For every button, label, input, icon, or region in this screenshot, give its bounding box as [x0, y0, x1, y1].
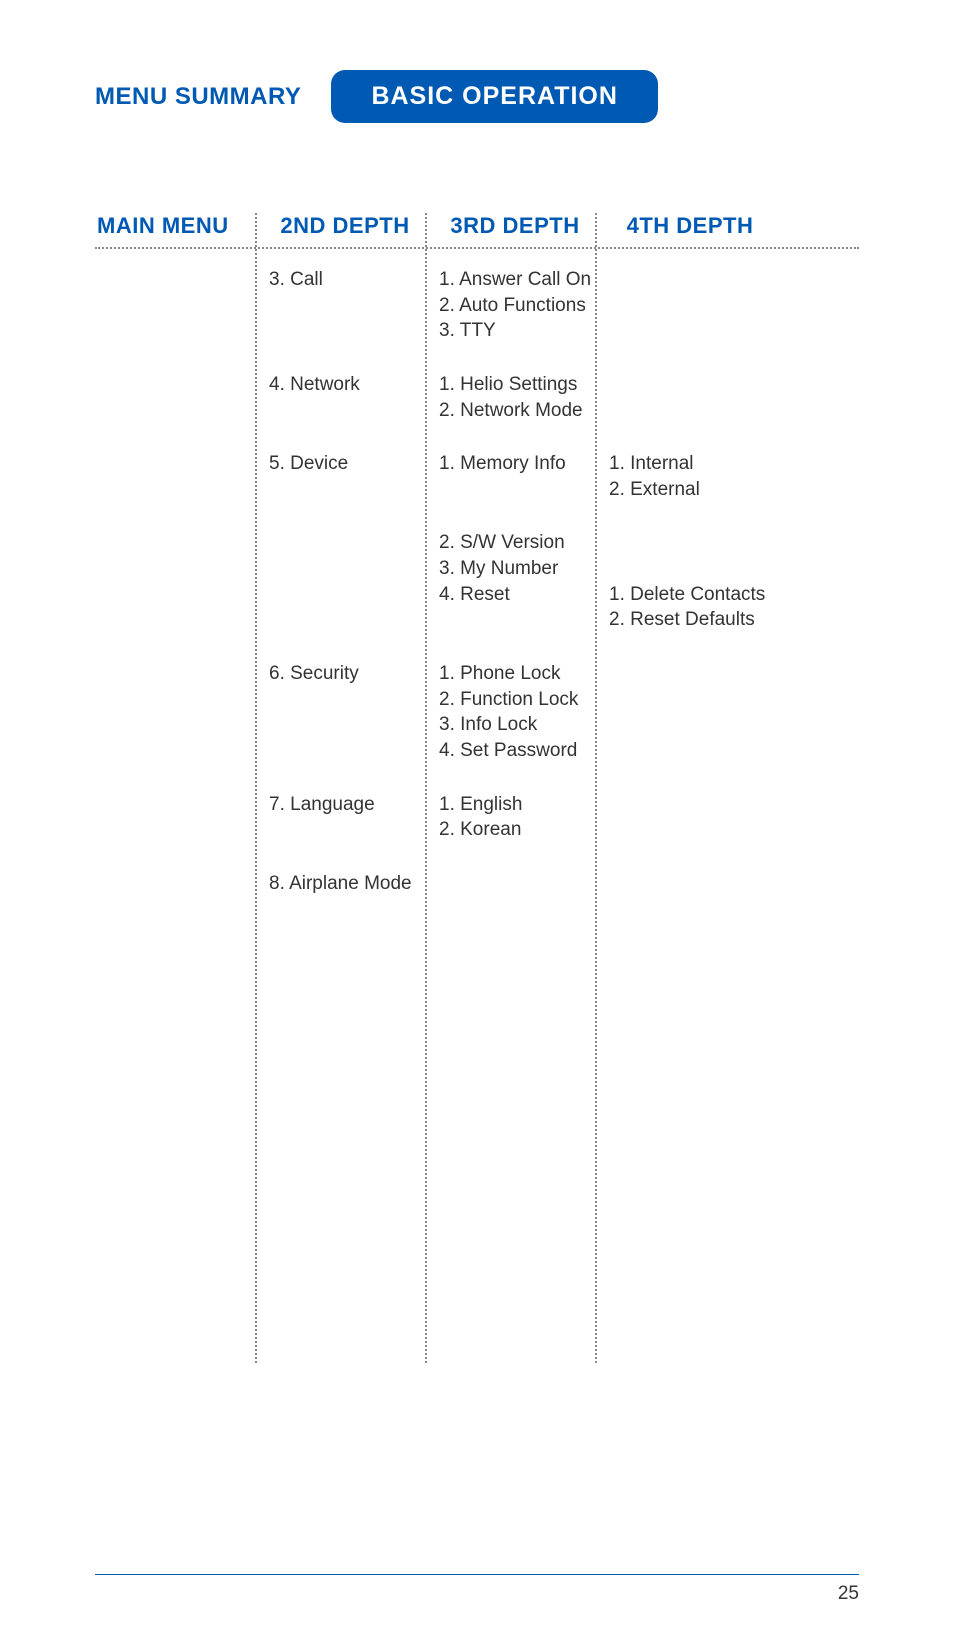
table-rows: 3. Call 1. Answer Call On2. Auto Functio…	[95, 267, 859, 897]
cell-3rd-depth: 1. Phone Lock2. Function Lock3. Info Loc…	[425, 661, 595, 764]
table-row: 3. Call 1. Answer Call On2. Auto Functio…	[95, 267, 859, 344]
cell-main-menu	[95, 372, 255, 423]
table-row: 6. Security 1. Phone Lock2. Function Loc…	[95, 661, 859, 764]
table-row: 2. S/W Version3. My Number4. Reset 1. De…	[95, 530, 859, 633]
column-header-3rd-depth: 3RD DEPTH	[425, 213, 595, 239]
cell-4th-depth: 1. Delete Contacts2. Reset Defaults	[595, 530, 775, 633]
cell-3rd-depth	[425, 871, 595, 897]
column-header-4th-depth: 4TH DEPTH	[595, 213, 775, 239]
table-row: 7. Language 1. English2. Korean	[95, 792, 859, 843]
cell-4th-depth	[595, 661, 775, 764]
cell-2nd-depth	[255, 530, 425, 633]
cell-3rd-depth: 1. Helio Settings2. Network Mode	[425, 372, 595, 423]
1-page-number: 25	[838, 1583, 859, 1604]
document-page: MENU SUMMARY BASIC OPERATION MAIN MENU 2…	[0, 0, 954, 1647]
cell-4th-depth	[595, 792, 775, 843]
cell-2nd-depth: 6. Security	[255, 661, 425, 764]
cell-2nd-depth: 7. Language	[255, 792, 425, 843]
cell-3rd-depth: 2. S/W Version3. My Number4. Reset	[425, 530, 595, 633]
page-footer: 25	[95, 1574, 859, 1605]
menu-table: MAIN MENU 2ND DEPTH 3RD DEPTH 4TH DEPTH …	[95, 213, 859, 897]
table-row: 8. Airplane Mode	[95, 871, 859, 897]
cell-4th-depth: 1. Internal2. External	[595, 451, 775, 502]
cell-2nd-depth: 8. Airplane Mode	[255, 871, 425, 897]
header-row: MENU SUMMARY BASIC OPERATION	[95, 70, 859, 123]
table-row: 5. Device 1. Memory Info 1. Internal2. E…	[95, 451, 859, 502]
cell-main-menu	[95, 871, 255, 897]
cell-main-menu	[95, 661, 255, 764]
cell-2nd-depth: 5. Device	[255, 451, 425, 502]
cell-3rd-depth: 1. English2. Korean	[425, 792, 595, 843]
cell-4th-depth	[595, 871, 775, 897]
menu-summary-label: MENU SUMMARY	[95, 83, 301, 111]
cell-4th-depth	[595, 372, 775, 423]
cell-4th-depth	[595, 267, 775, 344]
cell-2nd-depth: 4. Network	[255, 372, 425, 423]
table-row: 4. Network 1. Helio Settings2. Network M…	[95, 372, 859, 423]
column-header-main-menu: MAIN MENU	[95, 213, 255, 239]
cell-main-menu	[95, 792, 255, 843]
cell-main-menu	[95, 451, 255, 502]
cell-3rd-depth: 1. Memory Info	[425, 451, 595, 502]
column-header-2nd-depth: 2ND DEPTH	[255, 213, 425, 239]
basic-operation-badge: BASIC OPERATION	[331, 70, 658, 123]
cell-2nd-depth: 3. Call	[255, 267, 425, 344]
cell-main-menu	[95, 267, 255, 344]
cell-main-menu	[95, 530, 255, 633]
cell-3rd-depth: 1. Answer Call On2. Auto Functions3. TTY	[425, 267, 595, 344]
column-headers: MAIN MENU 2ND DEPTH 3RD DEPTH 4TH DEPTH	[95, 213, 859, 249]
